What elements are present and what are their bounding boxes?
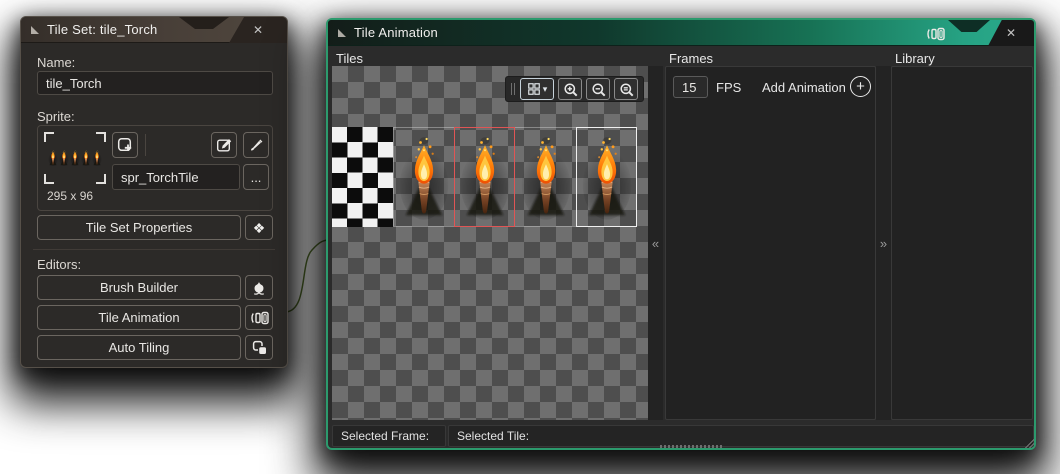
titlebar-notch: [179, 17, 229, 29]
sprite-picker-button[interactable]: ...: [243, 164, 269, 190]
toolbar-divider: [145, 134, 146, 156]
empty-tile[interactable]: [332, 127, 393, 227]
toolbar-grip[interactable]: [511, 83, 515, 95]
brush-builder-icon-button[interactable]: [245, 275, 273, 300]
tiles-panel-title: Tiles: [336, 51, 363, 66]
torch-sprite: [581, 131, 633, 225]
tile-animation-button[interactable]: Tile Animation: [37, 305, 241, 330]
add-sprite-icon: [117, 137, 133, 152]
diamonds-icon: ❖: [252, 219, 266, 236]
tile-set-properties-icon-button[interactable]: ❖: [245, 215, 273, 240]
name-label: Name:: [37, 55, 76, 70]
zoom-fit-icon: [619, 82, 634, 97]
collapse-left-icon[interactable]: «: [652, 236, 659, 251]
sprite-size-label: 295 x 96: [47, 189, 94, 203]
brush-builder-button[interactable]: Brush Builder: [37, 275, 241, 300]
bracket-corner: [44, 132, 54, 142]
add-sprite-button[interactable]: [112, 132, 138, 158]
brush-edit-button[interactable]: [243, 132, 269, 158]
torch-sprite-thumb: [59, 149, 69, 167]
sprite-preview[interactable]: [44, 132, 106, 184]
tileset-window-title: Tile Set: tile_Torch: [47, 22, 158, 37]
animation-window-title: Tile Animation: [354, 25, 438, 40]
animation-titlebar[interactable]: Tile Animation ✕: [328, 20, 1034, 46]
resize-grip-horizontal[interactable]: [659, 445, 724, 448]
torch-sprite-thumb: [92, 149, 102, 167]
selected-frame-field: Selected Frame:: [332, 425, 446, 447]
zoom-fit-button[interactable]: [614, 78, 638, 100]
tiles-frames-splitter[interactable]: «: [648, 66, 663, 420]
frames-panel-title: Frames: [669, 51, 714, 66]
torch-sprite: [398, 131, 450, 225]
tile-strip: [332, 127, 637, 227]
animation-cards-icon: [250, 311, 269, 325]
tileset-titlebar[interactable]: Tile Set: tile_Torch ✕: [21, 17, 287, 43]
tiles-canvas[interactable]: ▾: [332, 66, 648, 420]
grid-icon: [527, 83, 540, 95]
grid-view-button[interactable]: ▾: [520, 78, 554, 100]
auto-tiling-icon-button[interactable]: [245, 335, 273, 360]
close-icon[interactable]: ✕: [253, 23, 263, 37]
add-animation-label: Add Animation: [762, 80, 846, 95]
sprite-name-input[interactable]: [112, 164, 240, 190]
torch-tile-3[interactable]: [515, 127, 576, 227]
edit-image-icon: [216, 138, 232, 152]
editors-label: Editors:: [37, 257, 82, 272]
torch-tile-4-selected[interactable]: [576, 127, 637, 227]
bracket-corner: [96, 174, 106, 184]
torch-sprite: [520, 131, 572, 225]
section-divider: [33, 249, 275, 250]
sprite-label: Sprite:: [37, 109, 75, 124]
torch-sprite: [459, 131, 511, 225]
brush-icon: [250, 139, 263, 152]
tile-animation-window: Tile Animation ✕ Tiles ▾ « Frames 15 FPS…: [326, 18, 1036, 450]
fps-label: FPS: [716, 80, 742, 95]
torch-sprite-thumb: [81, 149, 91, 167]
plus-circle-icon: +: [856, 78, 865, 95]
auto-tiling-button[interactable]: Auto Tiling: [37, 335, 241, 360]
zoom-in-button[interactable]: [558, 78, 582, 100]
sprite-group: 295 x 96 ...: [37, 125, 273, 211]
fps-input[interactable]: [673, 76, 708, 98]
zoom-in-icon: [563, 82, 578, 97]
bracket-corner: [96, 132, 106, 142]
library-panel[interactable]: [891, 66, 1033, 420]
collapse-triangle-icon[interactable]: [338, 28, 346, 37]
tile-animation-icon-button[interactable]: [245, 305, 273, 330]
collapse-right-icon[interactable]: »: [880, 236, 887, 251]
animation-cards-icon: [927, 27, 945, 41]
chevron-down-icon[interactable]: ▾: [543, 84, 548, 94]
library-panel-title: Library: [895, 51, 935, 66]
tulip-icon: [253, 280, 265, 295]
tile-set-properties-button[interactable]: Tile Set Properties: [37, 215, 241, 240]
add-animation-button[interactable]: +: [850, 76, 871, 97]
animation-close-tab[interactable]: ✕: [988, 20, 1034, 46]
torch-sprite-thumb: [70, 149, 80, 167]
frames-library-splitter[interactable]: »: [876, 66, 891, 420]
canvas-toolbar: ▾: [505, 76, 644, 102]
edit-sprite-button[interactable]: [211, 132, 237, 158]
zoom-out-button[interactable]: [586, 78, 610, 100]
zoom-out-icon: [591, 82, 606, 97]
titlebar-notch: [948, 20, 990, 32]
collapse-triangle-icon[interactable]: [31, 25, 39, 34]
torch-tile-1[interactable]: [393, 127, 454, 227]
tileset-close-tab[interactable]: ✕: [229, 17, 287, 43]
frames-panel: FPS Add Animation +: [665, 66, 876, 420]
tileset-editor-window: Tile Set: tile_Torch ✕ Name: Sprite: 295…: [20, 16, 288, 368]
torch-sprite-thumb: [48, 149, 58, 167]
close-icon[interactable]: ✕: [1006, 26, 1016, 40]
tileset-name-input[interactable]: [37, 71, 273, 95]
torch-tile-2-selected-frame[interactable]: [454, 127, 515, 227]
selected-tile-field: Selected Tile:: [448, 425, 1034, 447]
autotile-icon: [252, 340, 267, 356]
bracket-corner: [44, 174, 54, 184]
